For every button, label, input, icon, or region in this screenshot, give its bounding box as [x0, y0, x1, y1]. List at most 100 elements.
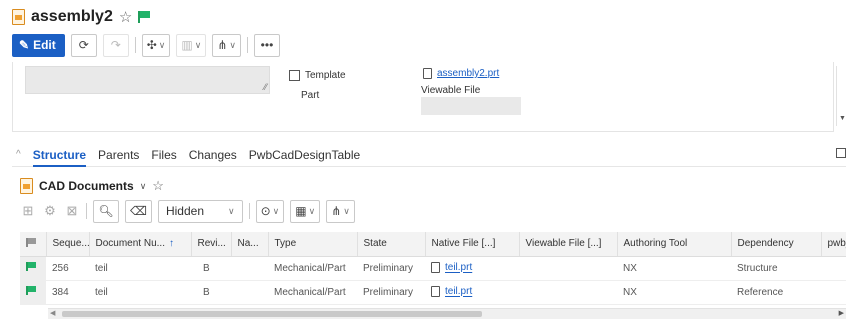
- template-checkbox[interactable]: [289, 70, 300, 81]
- file-icon: [431, 262, 440, 274]
- cad-document-page: assembly2 ☆ ✎ Edit ⟳ ↷ ✣ ∨ ▥ ∨ ⋔ ∨ ••• ⁄⁄ T…: [0, 0, 846, 319]
- flag-column-header[interactable]: [20, 232, 47, 257]
- chevron-down-icon: ∨: [228, 205, 235, 216]
- favorite-star-icon[interactable]: ☆: [119, 8, 132, 26]
- share-menu-button[interactable]: ⋔ ∨: [212, 33, 241, 57]
- collapse-caret-icon[interactable]: ^: [16, 149, 21, 160]
- toolbar-separator: [86, 203, 87, 219]
- file-icon: [431, 286, 440, 298]
- column-header[interactable]: Revi...: [191, 232, 232, 257]
- share-menu-button[interactable]: ⋔ ∨: [326, 199, 355, 223]
- chevron-down-icon: ∨: [229, 39, 236, 50]
- view-menu-button[interactable]: ⊙ ∨: [255, 199, 285, 223]
- toolbar-separator: [134, 37, 136, 53]
- refresh-button[interactable]: ⟳: [70, 33, 97, 57]
- viewable-file-field: [421, 97, 521, 115]
- more-actions-button[interactable]: •••: [253, 33, 280, 57]
- search-button[interactable]: 🔍︎: [93, 199, 119, 223]
- settings-gear-icon[interactable]: ⚙: [42, 203, 58, 219]
- template-label: Template: [305, 70, 346, 81]
- row-flag-cell[interactable]: [20, 256, 46, 281]
- section-title[interactable]: CAD Documents: [39, 179, 134, 193]
- table-row[interactable]: 384 teil B Mechanical/Part Preliminary t…: [20, 280, 846, 305]
- redo-button[interactable]: ↷: [102, 33, 129, 57]
- horizontal-scrollbar[interactable]: ◀ ▶: [48, 308, 846, 319]
- column-header[interactable]: pwb_c: [821, 232, 846, 257]
- table-cell: [519, 256, 617, 281]
- table-cell: [519, 280, 617, 305]
- tab-files[interactable]: Files: [151, 148, 176, 162]
- column-header[interactable]: Viewable File [...]: [519, 232, 618, 257]
- table-toolbar: ⊞ ⚙ ⊠ 🔍︎ ⌫ Hidden ∨ ⊙ ∨ ▦ ∨ ⋔ ∨: [20, 199, 355, 223]
- chevron-down-icon[interactable]: ∨: [140, 181, 147, 192]
- row-flag-cell[interactable]: [20, 280, 46, 305]
- attributes-panel: ⁄⁄ Template Part assembly2.prt Viewable …: [12, 62, 846, 132]
- clipboard-menu-button[interactable]: ▥ ∨: [176, 33, 207, 57]
- native-file-link[interactable]: assembly2.prt: [437, 68, 499, 79]
- vertical-scrollbar[interactable]: ▼: [836, 66, 846, 126]
- search-icon: 🔍︎: [98, 204, 114, 218]
- scroll-right-arrow-icon[interactable]: ▶: [839, 309, 844, 317]
- native-file-link[interactable]: teil.prt: [445, 263, 472, 274]
- part-label: Part: [301, 90, 320, 101]
- chevron-down-icon: ∨: [272, 205, 280, 216]
- tab-parents[interactable]: Parents: [98, 148, 139, 162]
- add-row-icon[interactable]: ⊞: [20, 203, 36, 219]
- main-toolbar: ✎ Edit ⟳ ↷ ✣ ∨ ▥ ∨ ⋔ ∨ •••: [12, 33, 280, 57]
- flag-icon: [26, 237, 37, 247]
- table-cell: Preliminary: [357, 280, 425, 305]
- table-cell: teil.prt: [425, 256, 519, 281]
- file-icon: [423, 68, 432, 79]
- maximize-icon[interactable]: [836, 148, 846, 158]
- display-menu-button[interactable]: ▦ ∨: [290, 199, 321, 223]
- toolbar-separator: [246, 37, 248, 53]
- table-cell: B: [191, 280, 231, 305]
- table-cell: Structure: [731, 256, 821, 281]
- scroll-left-arrow-icon[interactable]: ◀: [50, 309, 55, 317]
- share-icon: ⋔: [217, 38, 228, 52]
- document-icon: [12, 9, 25, 25]
- tab-structure[interactable]: Structure: [32, 148, 87, 167]
- toolbar-separator: [248, 203, 250, 219]
- clipboard-icon: ▥: [181, 38, 193, 52]
- filter-select[interactable]: Hidden ∨: [157, 199, 243, 223]
- table-cell: [231, 280, 268, 305]
- native-file-link[interactable]: teil.prt: [445, 287, 472, 298]
- green-flag-icon: [26, 286, 37, 295]
- chevron-down-icon: ∨: [343, 205, 350, 216]
- clear-filter-button[interactable]: ⌫: [125, 199, 152, 223]
- favorite-star-icon[interactable]: ☆: [152, 178, 164, 194]
- table-cell: NX: [617, 280, 731, 305]
- tab-pwbcaddesigntable[interactable]: PwbCadDesignTable: [249, 148, 360, 162]
- table-cell: NX: [617, 256, 731, 281]
- column-header-label: Document Nu...: [95, 238, 165, 250]
- table-cell: [821, 280, 846, 305]
- column-header[interactable]: Dependency: [731, 232, 822, 257]
- viewable-file-label: Viewable File: [421, 85, 481, 96]
- edit-button[interactable]: ✎ Edit: [12, 33, 65, 57]
- scroll-down-arrow-icon[interactable]: ▼: [839, 115, 846, 122]
- tab-changes[interactable]: Changes: [189, 148, 237, 162]
- description-textarea[interactable]: ⁄⁄: [25, 66, 270, 94]
- sort-ascending-icon: ↑: [168, 238, 174, 250]
- table-cell: B: [191, 256, 231, 281]
- column-header[interactable]: Na...: [231, 232, 269, 257]
- table-cell: [821, 256, 846, 281]
- resize-handle-icon[interactable]: ⁄⁄: [264, 82, 267, 92]
- green-flag-icon[interactable]: [138, 11, 151, 23]
- table-row[interactable]: 256 teil B Mechanical/Part Preliminary t…: [20, 256, 846, 281]
- target-icon: ⊙: [260, 204, 271, 218]
- column-header[interactable]: Document Nu... ↑: [89, 232, 192, 257]
- column-header[interactable]: Native File [...]: [425, 232, 520, 257]
- scrollbar-thumb[interactable]: [62, 311, 482, 317]
- structure-menu-button[interactable]: ✣ ∨: [141, 33, 171, 57]
- table-cell: teil.prt: [425, 280, 519, 305]
- remove-row-icon[interactable]: ⊠: [64, 203, 80, 219]
- column-header[interactable]: Type: [268, 232, 358, 257]
- column-header[interactable]: State: [357, 232, 426, 257]
- table-cell: Mechanical/Part: [268, 280, 357, 305]
- column-header[interactable]: Seque...: [46, 232, 90, 257]
- column-header[interactable]: Authoring Tool: [617, 232, 732, 257]
- chevron-down-icon: ∨: [158, 39, 166, 50]
- page-title: assembly2: [31, 8, 113, 25]
